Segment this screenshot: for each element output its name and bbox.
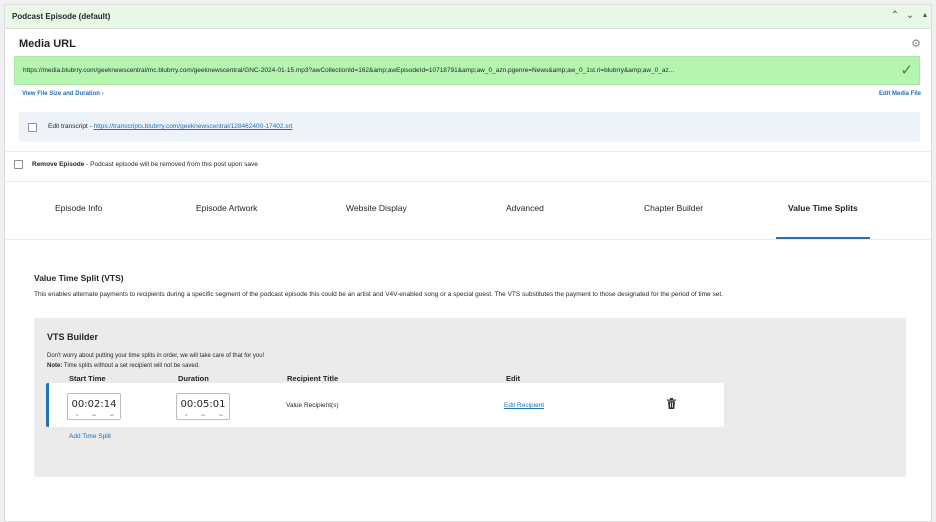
chevron-up-icon[interactable]: ⌃ [888,8,902,24]
vts-description: This enables alternate payments to recip… [34,291,723,298]
view-file-size-label: View File Size and Duration [22,91,100,97]
time-units: hr min sec [76,414,114,417]
media-url-value: https://media.blubrry.com/geeknewscentra… [23,67,675,74]
column-duration: Duration [178,374,209,383]
tab-website-display[interactable]: Website Display [346,203,407,213]
divider [5,151,931,152]
add-time-split-link[interactable]: Add Time Split [69,433,111,440]
metabox-title: Podcast Episode (default) [12,12,111,21]
recipient-title: Value Recipient(s) [286,402,339,409]
tab-episode-info[interactable]: Episode Info [55,203,102,213]
start-time-value: 00:02:14 [71,399,117,410]
transcript-box: Edit transcript - https://transcripts.bl… [19,112,920,142]
caret-up-icon[interactable]: ▲ [918,8,932,24]
remove-episode-label: Remove Episode - Podcast episode will be… [32,161,258,168]
unit-sec: sec [219,414,223,417]
vts-section-title: Value Time Split (VTS) [34,273,124,283]
column-edit: Edit [506,374,521,383]
column-start-time: Start Time [69,374,106,383]
unit-sec: sec [110,414,114,417]
unit-hr: hr [76,414,79,417]
vts-builder-warning: Note: Time splits without a set recipien… [47,363,200,369]
media-url-field[interactable]: https://media.blubrry.com/geeknewscentra… [14,56,920,85]
trash-icon[interactable] [667,398,676,409]
unit-min: min [92,414,97,417]
edit-media-file-link[interactable]: Edit Media File [879,91,921,97]
duration-input[interactable]: 00:05:01 hr min sec [176,393,230,420]
start-time-input[interactable]: 00:02:14 hr min sec [67,393,121,420]
note-text: Time splits without a set recipient will… [62,363,200,369]
remove-episode-note: - Podcast episode will be removed from t… [84,161,258,168]
tab-chapter-builder[interactable]: Chapter Builder [644,203,703,213]
transcript-label: Edit transcript - https://transcripts.bl… [48,123,292,130]
transcript-prefix: Edit transcript - [48,123,94,130]
checkmark-icon: ✓ [900,62,913,79]
column-recipient-title: Recipient Title [287,374,339,383]
note-label: Note: [47,363,63,369]
transcript-link[interactable]: https://transcripts.blubrry.com/geeknews… [94,123,293,130]
tab-advanced[interactable]: Advanced [506,203,544,213]
chevron-down-icon[interactable]: ⌄ [903,8,917,24]
vts-builder-note: Don't worry about putting your time spli… [47,353,265,359]
view-file-size-link[interactable]: View File Size and Duration › [22,91,104,97]
transcript-checkbox[interactable] [28,123,37,132]
remove-episode-title: Remove Episode [32,161,85,168]
divider [5,239,931,240]
time-units: hr min sec [185,414,223,417]
gear-icon[interactable]: ⚙ [911,37,921,50]
tab-episode-artwork[interactable]: Episode Artwork [196,203,257,213]
podcast-episode-panel: Podcast Episode (default) ⌃ ⌄ ▲ Media UR… [4,4,932,522]
tab-value-time-splits[interactable]: Value Time Splits [788,203,858,213]
divider [5,181,931,182]
media-url-title: Media URL [19,38,76,50]
time-split-row: 00:02:14 hr min sec 00:05:01 hr min sec Valu… [46,383,724,427]
remove-episode-checkbox[interactable] [14,160,23,169]
metabox-header: Podcast Episode (default) ⌃ ⌄ ▲ [5,5,931,29]
unit-min: min [201,414,206,417]
vts-builder: VTS Builder Don't worry about putting yo… [34,318,906,477]
unit-hr: hr [185,414,188,417]
duration-value: 00:05:01 [180,399,226,410]
edit-recipient-link[interactable]: Edit Recipient [504,402,544,409]
vts-builder-title: VTS Builder [47,332,99,342]
